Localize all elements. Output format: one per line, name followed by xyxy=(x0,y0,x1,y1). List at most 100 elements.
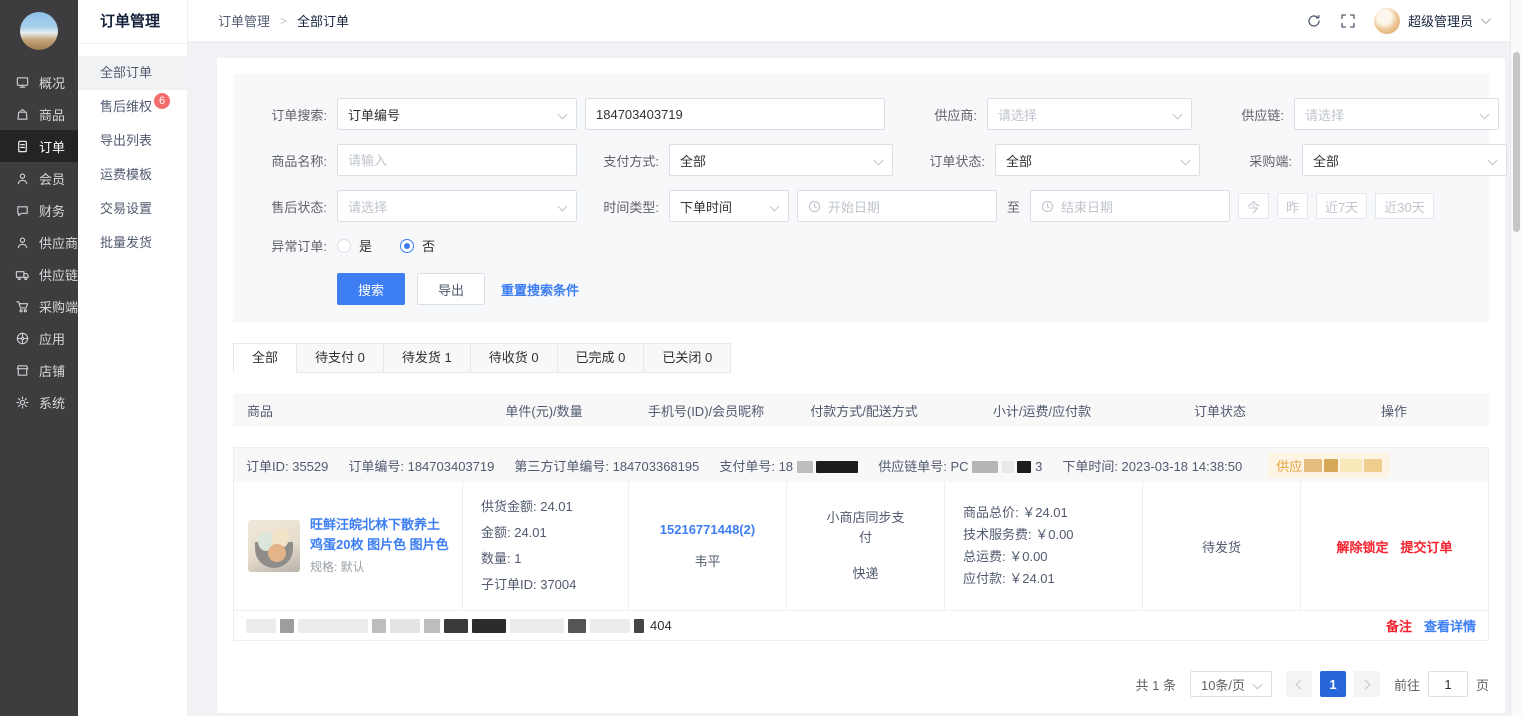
quantity: 数量: 1 xyxy=(481,546,521,572)
reset-search-link[interactable]: 重置搜索条件 xyxy=(501,280,579,299)
app-logo xyxy=(20,12,58,50)
submenu-item-label: 导出列表 xyxy=(100,133,152,148)
supplier-badge: 供应 xyxy=(1268,453,1390,478)
end-date-input[interactable]: 结束日期 xyxy=(1030,190,1230,222)
goto-page-input[interactable] xyxy=(1428,671,1468,697)
submit-order-link[interactable]: 提交订单 xyxy=(1401,537,1453,556)
tab-pending-receipt[interactable]: 待收货 0 xyxy=(470,343,558,373)
page-size-select[interactable]: 10条/页 xyxy=(1190,671,1272,697)
export-button[interactable]: 导出 xyxy=(417,273,485,305)
order-search-input[interactable] xyxy=(585,98,885,130)
sidebar-item-goods[interactable]: 商品 xyxy=(0,98,78,130)
sidebar-item-overview[interactable]: 概况 xyxy=(0,66,78,98)
user-menu[interactable]: 超级管理员 xyxy=(1374,8,1488,34)
abnormal-yes-radio[interactable]: 是 xyxy=(337,236,372,255)
sidebar-item-supplier[interactable]: 供应商 xyxy=(0,226,78,258)
order-no: 订单编号: 184703403719 xyxy=(348,456,494,475)
after-sale-status-select[interactable]: 请选择 xyxy=(337,190,577,222)
redacted-block xyxy=(1324,459,1338,472)
page-1-button[interactable]: 1 xyxy=(1320,671,1346,697)
chevron-right-icon xyxy=(1361,679,1371,689)
submenu-item-export-list[interactable]: 导出列表 xyxy=(78,124,187,158)
payment-method: 小商店同步支付 xyxy=(821,508,911,548)
prev-page-button[interactable] xyxy=(1286,671,1312,697)
redacted-block xyxy=(444,619,468,633)
sidebar-item-label: 概况 xyxy=(39,73,65,92)
sidebar-item-purchase[interactable]: 采购端 xyxy=(0,290,78,322)
gear-icon xyxy=(15,395,30,410)
product-spec: 规格: 默认 xyxy=(310,557,452,577)
breadcrumb-separator-icon: > xyxy=(280,14,287,28)
app-wheel-icon xyxy=(15,331,30,346)
redacted-block xyxy=(1364,459,1382,472)
quick-range-today-button[interactable]: 今 xyxy=(1238,193,1269,219)
sidebar-item-system[interactable]: 系统 xyxy=(0,386,78,418)
order-footer: 404 备注 查看详情 xyxy=(234,610,1488,640)
storefront-icon xyxy=(15,363,30,378)
sidebar-item-shop[interactable]: 店铺 xyxy=(0,354,78,386)
submenu-item-label: 全部订单 xyxy=(100,65,152,80)
col-unit-qty: 单件(元)/数量 xyxy=(461,401,627,420)
chevron-down-icon xyxy=(874,155,884,165)
sidebar-item-label: 财务 xyxy=(39,201,65,220)
clock-icon xyxy=(808,200,821,213)
submenu-item-freight-template[interactable]: 运费模板 xyxy=(78,158,187,192)
tab-completed[interactable]: 已完成 0 xyxy=(557,343,645,373)
order-status-select[interactable]: 全部 xyxy=(995,144,1200,176)
pay-method-select[interactable]: 全部 xyxy=(669,144,893,176)
redacted-block xyxy=(797,461,813,473)
unlock-order-link[interactable]: 解除锁定 xyxy=(1336,537,1388,556)
tab-closed[interactable]: 已关闭 0 xyxy=(643,343,731,373)
chevron-down-icon xyxy=(1488,155,1498,165)
submenu-item-label: 批量发货 xyxy=(100,235,152,250)
submenu-item-trade-settings[interactable]: 交易设置 xyxy=(78,192,187,226)
supplier-select[interactable]: 请选择 xyxy=(987,98,1192,130)
product-title-link[interactable]: 旺鲜汪皖北林下散养土鸡蛋20枚 图片色 图片色 xyxy=(310,515,452,555)
sidebar-item-apps[interactable]: 应用 xyxy=(0,322,78,354)
time-type-select[interactable]: 下单时间 xyxy=(669,190,789,222)
buyer-phone-link[interactable]: 15216771448(2) xyxy=(660,522,755,537)
submenu-item-all-orders[interactable]: 全部订单 xyxy=(78,56,187,90)
time-type-label: 时间类型: xyxy=(587,197,659,216)
tab-pending-payment[interactable]: 待支付 0 xyxy=(296,343,384,373)
supply-chain-select[interactable]: 请选择 xyxy=(1294,98,1499,130)
abnormal-no-radio[interactable]: 否 xyxy=(400,236,435,255)
product-name-input[interactable] xyxy=(337,144,577,176)
sidebar-item-finance[interactable]: 财务 xyxy=(0,194,78,226)
scrollbar-thumb[interactable] xyxy=(1513,52,1520,232)
product-cell: 旺鲜汪皖北林下散养土鸡蛋20枚 图片色 图片色 规格: 默认 xyxy=(234,482,462,610)
fullscreen-button[interactable] xyxy=(1340,13,1356,29)
quick-range-30days-button[interactable]: 近30天 xyxy=(1375,193,1433,219)
view-detail-link[interactable]: 查看详情 xyxy=(1424,616,1476,635)
next-page-button[interactable] xyxy=(1354,671,1380,697)
quick-range-yesterday-button[interactable]: 昨 xyxy=(1277,193,1308,219)
quick-range-7days-button[interactable]: 近7天 xyxy=(1316,193,1367,219)
submenu-item-batch-ship[interactable]: 批量发货 xyxy=(78,226,187,260)
breadcrumb-orders[interactable]: 订单管理 xyxy=(218,11,270,30)
submenu-item-label: 售后维权 xyxy=(100,99,152,114)
delivery-method: 快递 xyxy=(852,564,878,584)
shipping-address-redacted: 404 xyxy=(246,618,672,633)
sidebar-item-label: 供应链 xyxy=(39,265,78,284)
remark-link[interactable]: 备注 xyxy=(1386,616,1412,635)
sidebar-item-members[interactable]: 会员 xyxy=(0,162,78,194)
sidebar-item-label: 应用 xyxy=(39,329,65,348)
order-row: 订单ID: 35529 订单编号: 184703403719 第三方订单编号: … xyxy=(233,447,1489,641)
search-button[interactable]: 搜索 xyxy=(337,273,405,305)
purchase-side-select[interactable]: 全部 xyxy=(1302,144,1507,176)
date-range-to-label: 至 xyxy=(1007,197,1020,216)
subtotal-cell: 商品总价: ￥24.01 技术服务费: ￥0.00 总运费: ￥0.00 应付款… xyxy=(944,482,1142,610)
pay-no: 支付单号: 18 xyxy=(719,456,858,475)
goto-label: 前往 xyxy=(1394,675,1420,694)
order-search-label: 订单搜索: xyxy=(249,105,327,124)
product-image[interactable] xyxy=(248,520,300,572)
submenu-item-after-sale[interactable]: 售后维权6 xyxy=(78,90,187,124)
sidebar-item-supply-chain[interactable]: 供应链 xyxy=(0,258,78,290)
start-date-input[interactable]: 开始日期 xyxy=(797,190,997,222)
tab-all[interactable]: 全部 xyxy=(233,343,297,373)
tab-pending-shipment[interactable]: 待发货 1 xyxy=(383,343,471,373)
refresh-button[interactable] xyxy=(1306,13,1322,29)
order-search-type-select[interactable]: 订单编号 xyxy=(337,98,577,130)
chevron-down-icon xyxy=(1181,155,1191,165)
sidebar-item-orders[interactable]: 订单 xyxy=(0,130,78,162)
